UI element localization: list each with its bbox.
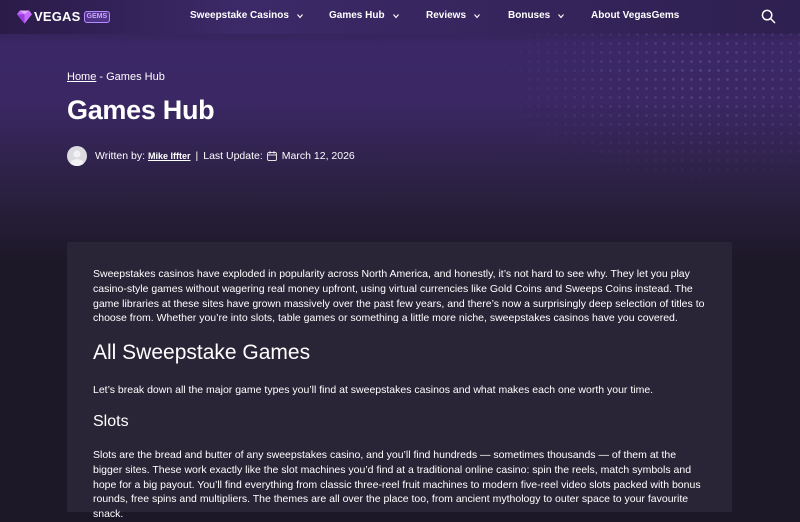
chevron-down-icon: [392, 13, 399, 18]
chevron-down-icon: [474, 13, 480, 18]
logo-badge: GEMS: [83, 10, 111, 23]
chevron-down-icon: [558, 13, 565, 18]
article-intro: Sweepstakes casinos have exploded in pop…: [93, 268, 705, 325]
section-heading-all-games: All Sweepstake Games: [93, 341, 311, 364]
nav-label: Sweepstake Casinos: [190, 10, 289, 21]
logo-text: VEGAS: [34, 9, 81, 24]
nav-games-hub[interactable]: Games Hub: [329, 10, 399, 21]
breadcrumb-home-link[interactable]: Home: [67, 71, 96, 83]
article-card: Sweepstakes casinos have exploded in pop…: [67, 242, 732, 520]
byline: Written by: Mike Iffter | Last Update: M…: [67, 146, 355, 166]
subheading-slots: Slots: [93, 413, 129, 430]
author-link[interactable]: Mike Iffter: [148, 151, 191, 161]
nav-label: Bonuses: [508, 10, 551, 21]
last-update-date: March 12, 2026: [281, 150, 355, 162]
nav-bonuses[interactable]: Bonuses: [508, 10, 565, 21]
section-lead: Let’s break down all the major game type…: [93, 384, 654, 396]
nav-sweepstake-casinos[interactable]: Sweepstake Casinos: [190, 10, 303, 21]
nav-label: About VegasGems: [591, 10, 680, 21]
hero-banner: [0, 0, 800, 260]
breadcrumb-current: Games Hub: [106, 71, 165, 83]
dot-pattern: [480, 30, 800, 190]
chevron-down-icon: [297, 13, 303, 18]
calendar-icon: [266, 151, 277, 161]
author-avatar: [67, 146, 87, 166]
last-update-label: Last Update:: [203, 150, 263, 162]
byline-separator: |: [195, 150, 199, 162]
breadcrumb-separator: -: [96, 71, 107, 83]
slots-paragraph: Slots are the bread and butter of any sw…: [93, 449, 701, 521]
gem-icon: [17, 9, 32, 24]
nav-about-vegasgems[interactable]: About VegasGems: [591, 10, 679, 21]
page-title: Games Hub: [67, 95, 215, 125]
site-logo[interactable]: VEGAS GEMS: [17, 9, 111, 24]
nav-reviews[interactable]: Reviews: [426, 10, 480, 21]
search-icon[interactable]: [761, 9, 776, 24]
breadcrumb: Home - Games Hub: [67, 71, 165, 83]
nav-label: Games Hub: [329, 10, 385, 21]
written-by-label: Written by:: [95, 150, 145, 162]
nav-label: Reviews: [426, 10, 467, 21]
avatar-placeholder-icon: [70, 150, 84, 166]
site-header: VEGAS GEMS Sweepstake Casinos Games Hub …: [0, 0, 800, 34]
